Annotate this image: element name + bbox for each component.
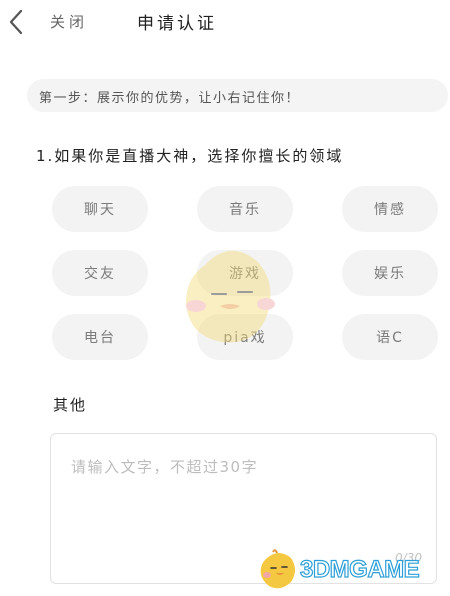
close-button[interactable]: 关闭 (50, 11, 88, 32)
site-watermark: 3DMGAME (255, 548, 450, 592)
tag-voice-c[interactable]: 语C (342, 314, 438, 360)
tag-friends[interactable]: 交友 (52, 250, 148, 296)
tag-emotion[interactable]: 情感 (342, 186, 438, 232)
tag-radio[interactable]: 电台 (52, 314, 148, 360)
other-label: 其他 (53, 396, 88, 414)
tag-entertainment[interactable]: 娱乐 (342, 250, 438, 296)
step-banner-text: 第一步：展示你的优势，让小右记住你！ (39, 91, 301, 106)
header-bar: 关闭 申请认证 (0, 0, 450, 44)
watermark-text: 3DMGAME (299, 555, 420, 583)
field-question: 1.如果你是直播大神，选择你擅长的领域 (36, 147, 344, 165)
chevron-left-icon[interactable] (6, 8, 26, 36)
tag-music[interactable]: 音乐 (197, 186, 293, 232)
bird-logo-icon (260, 549, 295, 589)
step-banner: 第一步：展示你的优势，让小右记住你！ (27, 79, 448, 112)
tag-chat[interactable]: 聊天 (52, 186, 148, 232)
mascot-watermark-image (186, 250, 275, 343)
page-title: 申请认证 (137, 14, 217, 34)
